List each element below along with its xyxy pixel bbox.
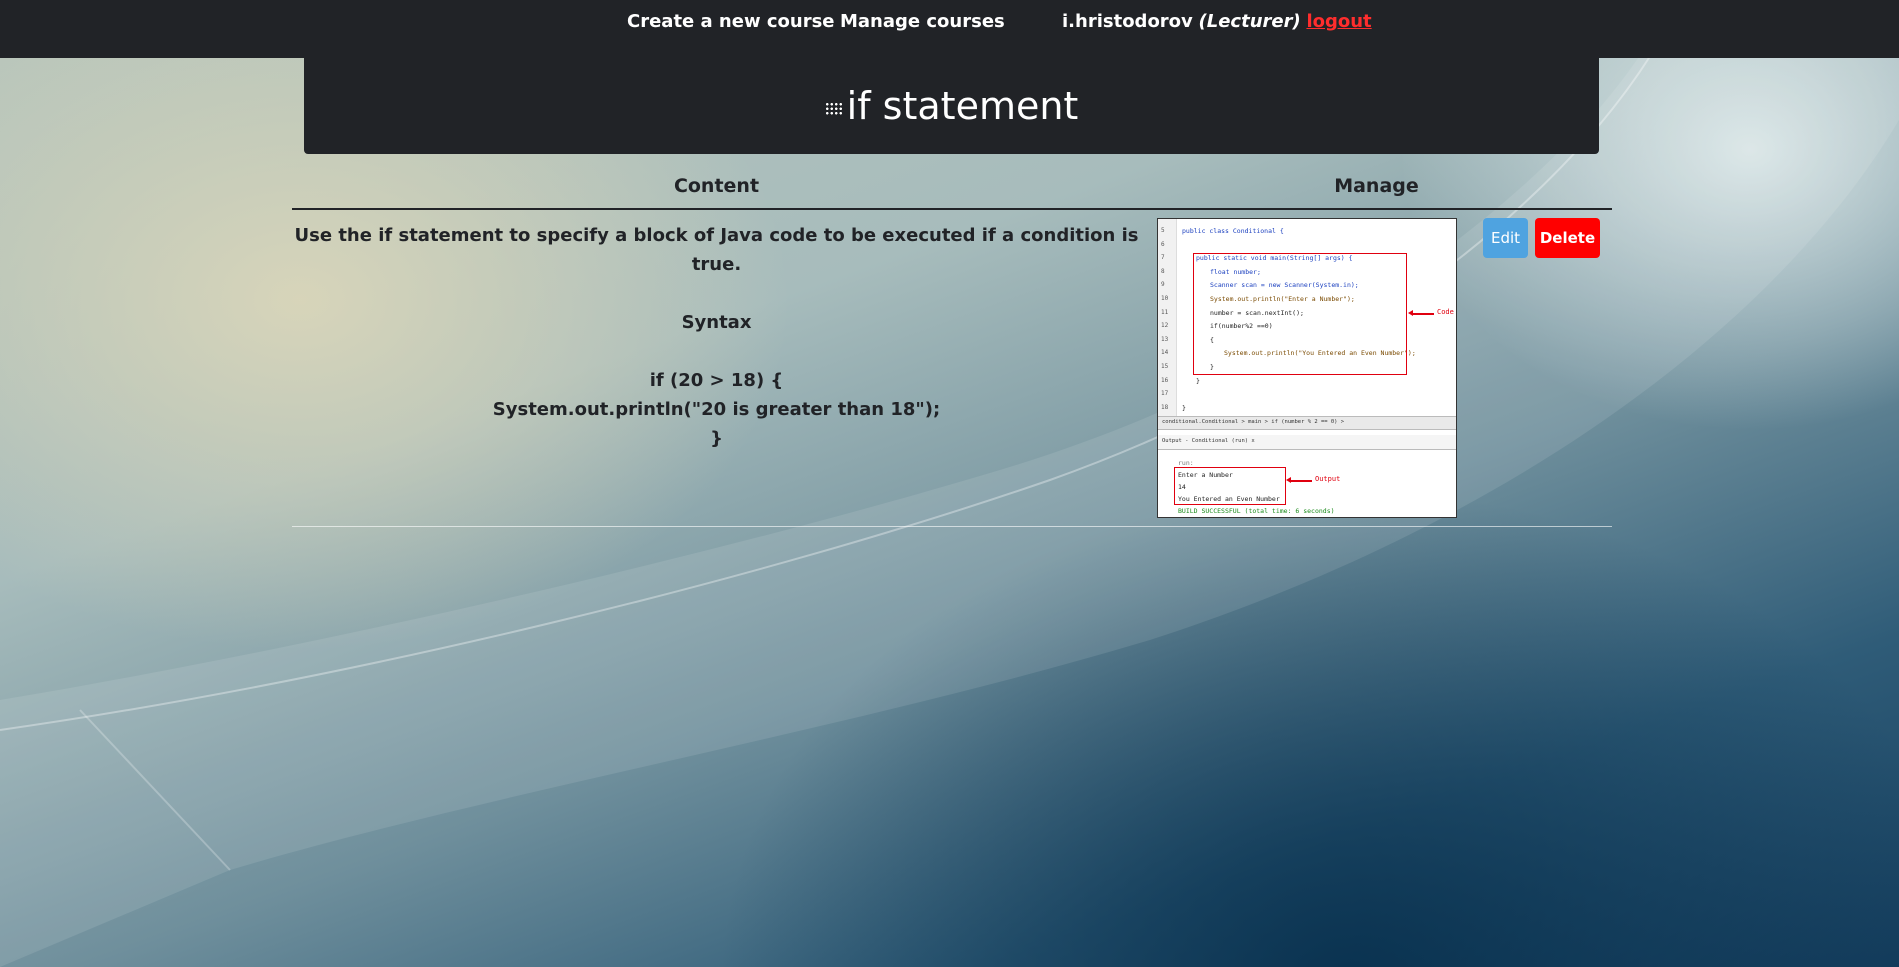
title-panel: if statement [304,58,1599,154]
lesson-intro: Use the if statement to specify a block … [294,225,1139,275]
manage-column-header: Manage [1334,175,1419,197]
content-column-header: Content [673,175,760,197]
lesson-screenshot[interactable]: 5 public class Conditional {6 7 public stat… [1157,218,1457,518]
output-arrow [1286,477,1312,483]
create-course-link[interactable]: Create a new course [627,11,835,32]
code-line: } [1182,403,1186,412]
logout-link[interactable]: logout [1306,11,1371,32]
line-number: 11 [1161,308,1169,316]
output-highlight-box [1174,467,1286,505]
output-tab-label: Output - Conditional (run) x [1162,438,1255,444]
code-highlight-box [1193,253,1407,375]
line-number: 14 [1161,349,1169,357]
output-tab: Output - Conditional (run) x [1158,435,1456,450]
editor-breadcrumb: conditional.Conditional > main > if (num… [1158,416,1456,430]
delete-button[interactable]: Delete [1535,218,1600,258]
line-number: 18 [1161,403,1169,411]
edit-button[interactable]: Edit [1483,218,1528,258]
manage-courses-link[interactable]: Manage courses [840,11,1005,32]
row-divider [292,526,1612,527]
code-line: if (20 > 18) { [649,370,784,391]
code-label: Code [1437,308,1454,316]
grid-icon [824,102,843,116]
line-number: 9 [1161,281,1165,289]
page-title: if statement [304,84,1599,128]
code-line: } [1196,376,1200,385]
line-number: 6 [1161,240,1165,248]
user-info: i.hristodorov (Lecturer) logout [1062,11,1372,32]
line-number: 12 [1161,322,1169,330]
line-number: 7 [1161,254,1165,262]
editor-breadcrumb-text: conditional.Conditional > main > if (num… [1162,419,1345,425]
line-number: 17 [1161,390,1169,398]
header-divider [292,208,1612,210]
code-arrow [1408,310,1434,316]
lesson-content: Use the if statement to specify a block … [292,221,1141,453]
page-title-text: if statement [846,84,1079,128]
output-build: BUILD SUCCESSFUL (total time: 6 seconds) [1178,507,1335,515]
output-run: run: [1178,459,1194,467]
code-line: public class Conditional { [1182,227,1284,235]
username: i.hristodorov [1062,11,1193,32]
top-navbar: Create a new course Manage courses i.hri… [0,0,1899,58]
line-number: 13 [1161,335,1169,343]
line-number: 5 [1161,227,1165,234]
line-number: 8 [1161,267,1165,275]
code-line: } [710,428,723,449]
line-number: 16 [1161,376,1169,384]
output-label: Output [1315,475,1341,483]
code-line: System.out.println("20 is greater than 1… [492,399,941,420]
line-number: 15 [1161,363,1169,370]
line-number: 10 [1161,295,1169,302]
syntax-heading: Syntax [681,312,752,333]
user-role: (Lecturer) [1198,11,1301,32]
